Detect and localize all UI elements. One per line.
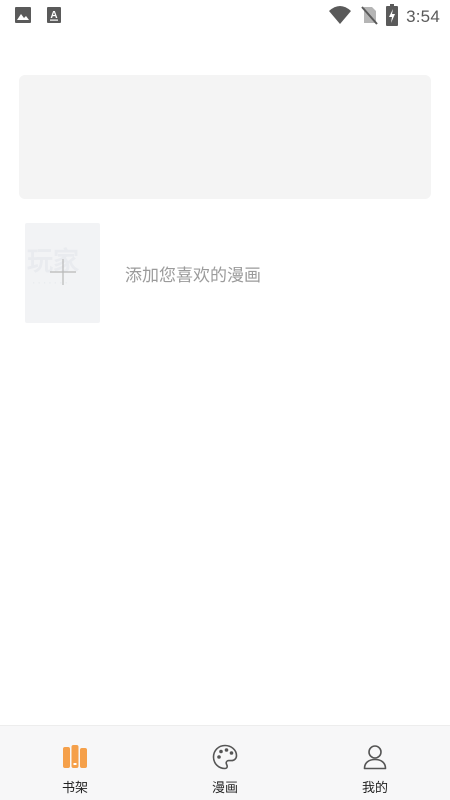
user-icon: [362, 744, 388, 770]
image-icon: [14, 6, 32, 28]
no-sim-icon: [360, 5, 378, 29]
add-comic-row[interactable]: 玩家 ······· 添加您喜欢的漫画: [25, 223, 425, 323]
nav-item-mine[interactable]: 我的: [300, 726, 450, 800]
nav-label-comics: 漫画: [211, 781, 238, 796]
svg-text:A: A: [50, 10, 57, 21]
nav-label-bookshelf: 书架: [61, 781, 88, 796]
bookshelf-icon: [62, 744, 88, 770]
status-right-icons: 3:54: [328, 4, 440, 30]
status-left-icons: A: [14, 6, 62, 28]
add-comic-label[interactable]: 添加您喜欢的漫画: [125, 261, 261, 286]
status-bar: A 3:54: [0, 0, 450, 30]
wifi-icon: [328, 5, 352, 29]
plus-icon[interactable]: [50, 259, 76, 285]
nav-label-mine: 我的: [361, 781, 388, 796]
palette-icon: [212, 744, 238, 770]
banner-placeholder[interactable]: [19, 75, 431, 199]
nav-item-comics[interactable]: 漫画: [150, 726, 300, 800]
text-a-icon: A: [46, 6, 62, 28]
bottom-nav: 书架 漫画 我的: [0, 725, 450, 800]
status-time: 3:54: [406, 7, 440, 26]
app-screen: A 3:54 玩家 ······· 添加您喜欢的漫画 书架 漫画 我的: [0, 0, 450, 800]
add-comic-thumb[interactable]: 玩家 ·······: [25, 223, 100, 323]
battery-charging-icon: [386, 4, 399, 30]
nav-item-bookshelf[interactable]: 书架: [0, 726, 150, 800]
